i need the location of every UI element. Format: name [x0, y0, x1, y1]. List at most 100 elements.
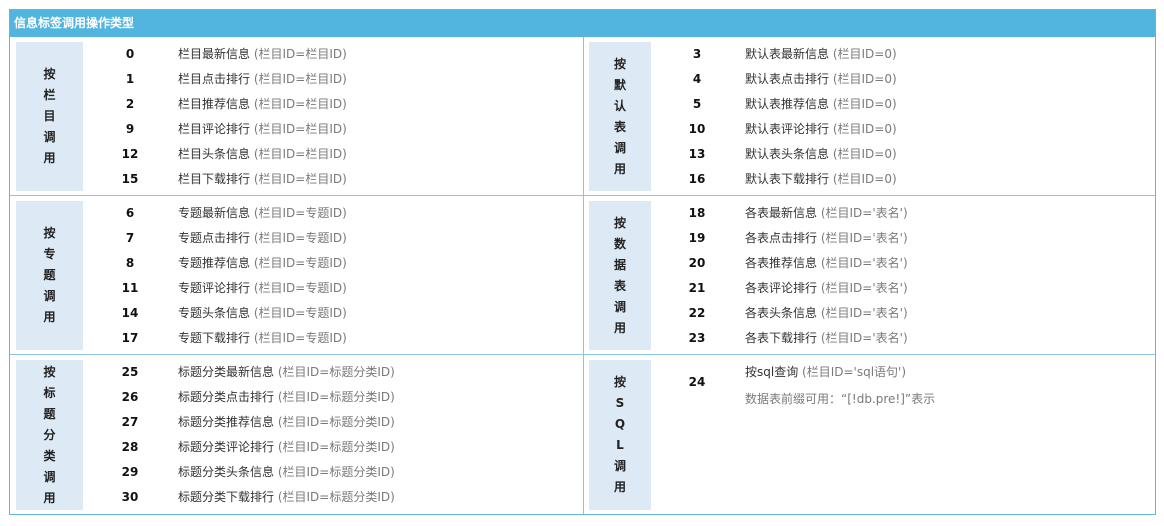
operation-name: 标题分类最新信息 [178, 365, 275, 379]
operation-code: 27 [121, 415, 139, 429]
operation-param-hint: (栏目ID='表名') [817, 281, 908, 295]
operation-param-hint: (栏目ID=0) [829, 72, 897, 86]
section-cell: 按默认表调用 3 默认表最新信息 (栏目ID=0) 4 默认表点击排行 (栏目ID=0)… [584, 37, 1155, 195]
operation-name: 栏目推荐信息 [178, 97, 251, 111]
operation-code: 3 [692, 47, 702, 61]
operation-param-hint: (栏目ID=栏目ID) [250, 72, 347, 86]
operation-code: 21 [688, 281, 706, 295]
operation-param-hint: (栏目ID=栏目ID) [250, 147, 347, 161]
operation-code: 0 [125, 47, 135, 61]
operation-code: 30 [121, 490, 139, 504]
operation-row: 22 各表头条信息 (栏目ID='表名') [584, 301, 1155, 326]
operation-row: 20 各表推荐信息 (栏目ID='表名') [584, 251, 1155, 276]
operation-name: 栏目评论排行 [178, 122, 251, 136]
operation-row: 26 标题分类点击排行 (栏目ID=标题分类ID) [10, 385, 583, 410]
category-char: S [615, 396, 625, 410]
operation-row: 18 各表最新信息 (栏目ID='表名') [584, 201, 1155, 226]
operation-row: 19 各表点击排行 (栏目ID='表名') [584, 226, 1155, 251]
operation-row: 16 默认表下载排行 (栏目ID=0) [584, 167, 1155, 192]
operation-name: 默认表点击排行 [745, 72, 830, 86]
operation-name: 专题头条信息 [178, 306, 251, 320]
operation-code: 1 [125, 72, 135, 86]
operation-param-hint: (栏目ID=专题ID) [250, 331, 347, 345]
operation-row: 10 默认表评论排行 (栏目ID=0) [584, 117, 1155, 142]
operation-row: 13 默认表头条信息 (栏目ID=0) [584, 142, 1155, 167]
operation-code: 7 [125, 231, 135, 245]
operation-param-hint: (栏目ID=0) [829, 172, 897, 186]
operation-row: 15 栏目下载排行 (栏目ID=栏目ID) [10, 167, 583, 192]
operation-code: 28 [121, 440, 139, 454]
operation-param-hint: (栏目ID=栏目ID) [250, 122, 347, 136]
operation-name: 各表点击排行 [745, 231, 818, 245]
operation-code: 29 [121, 465, 139, 479]
operation-description: 默认表头条信息 (栏目ID=0) [745, 142, 897, 167]
operation-code: 18 [688, 206, 706, 220]
operation-row: 5 默认表推荐信息 (栏目ID=0) [584, 92, 1155, 117]
category-char: 调 [613, 459, 626, 473]
operation-description: 默认表点击排行 (栏目ID=0) [745, 67, 897, 92]
operation-name: 按sql查询 [745, 365, 799, 379]
operation-code: 26 [121, 390, 139, 404]
operation-param-hint: (栏目ID=栏目ID) [250, 97, 347, 111]
operation-row: 27 标题分类推荐信息 (栏目ID=标题分类ID) [10, 410, 583, 435]
operation-description: 栏目评论排行 (栏目ID=栏目ID) [178, 117, 347, 142]
operation-name: 专题推荐信息 [178, 256, 251, 270]
operation-code: 22 [688, 306, 706, 320]
operation-param-hint: (栏目ID=0) [829, 147, 897, 161]
operation-row: 4 默认表点击排行 (栏目ID=0) [584, 67, 1155, 92]
prefix-note: 数据表前缀可用：“[!db.pre!]”表示 [745, 392, 936, 406]
operation-param-hint: (栏目ID='表名') [817, 306, 908, 320]
operation-row: 1 栏目点击排行 (栏目ID=栏目ID) [10, 67, 583, 92]
operation-param-hint: (栏目ID='表名') [817, 231, 908, 245]
operation-row: 2 栏目推荐信息 (栏目ID=栏目ID) [10, 92, 583, 117]
operation-param-hint: (栏目ID=标题分类ID) [274, 390, 395, 404]
operation-name: 专题下载排行 [178, 331, 251, 345]
operation-code: 23 [688, 331, 706, 345]
operation-name: 标题分类评论排行 [178, 440, 275, 454]
operation-code: 4 [692, 72, 702, 86]
operation-param-hint: (栏目ID=标题分类ID) [274, 415, 395, 429]
operation-code: 10 [688, 122, 706, 136]
operation-row: 0 栏目最新信息 (栏目ID=栏目ID) [10, 42, 583, 67]
operation-param-hint: (栏目ID=标题分类ID) [274, 490, 395, 504]
operation-description: 标题分类推荐信息 (栏目ID=标题分类ID) [178, 410, 395, 435]
section-cell: 按 S Q L 调用 24 按sql查询 (栏目ID='sql语句') 数据表前缀可用：“[!… [584, 355, 1155, 514]
operation-code: 15 [121, 172, 139, 186]
operation-description: 栏目点击排行 (栏目ID=栏目ID) [178, 67, 347, 92]
operation-description: 各表点击排行 (栏目ID='表名') [745, 226, 908, 251]
operation-description: 标题分类最新信息 (栏目ID=标题分类ID) [178, 360, 395, 385]
operation-code: 19 [688, 231, 706, 245]
operation-row: 9 栏目评论排行 (栏目ID=栏目ID) [10, 117, 583, 142]
operation-code: 20 [688, 256, 706, 270]
operation-description: 默认表最新信息 (栏目ID=0) [745, 42, 897, 67]
section-cell: 按栏目调用 0 栏目最新信息 (栏目ID=栏目ID) 1 栏目点击排行 (栏目ID=栏目… [10, 37, 583, 195]
operation-param-hint: (栏目ID=0) [829, 97, 897, 111]
operation-name: 栏目下载排行 [178, 172, 251, 186]
operation-description: 各表头条信息 (栏目ID='表名') [745, 301, 908, 326]
operation-description: 各表评论排行 (栏目ID='表名') [745, 276, 908, 301]
operation-row: 28 标题分类评论排行 (栏目ID=标题分类ID) [10, 435, 583, 460]
operation-name: 默认表下载排行 [745, 172, 830, 186]
operation-name: 各表下载排行 [745, 331, 818, 345]
operation-param-hint: (栏目ID=专题ID) [250, 256, 347, 270]
operation-param-hint: (栏目ID=专题ID) [250, 206, 347, 220]
operation-description: 默认表评论排行 (栏目ID=0) [745, 117, 897, 142]
operation-name: 各表最新信息 [745, 206, 818, 220]
operation-param-hint: (栏目ID='表名') [817, 206, 908, 220]
operation-description: 各表下载排行 (栏目ID='表名') [745, 326, 908, 351]
operation-code: 25 [121, 365, 139, 379]
operation-param-hint: (栏目ID=栏目ID) [250, 47, 347, 61]
operation-param-hint: (栏目ID=专题ID) [250, 306, 347, 320]
operation-row: 24 按sql查询 (栏目ID='sql语句') [584, 360, 1155, 389]
operation-name: 栏目最新信息 [178, 47, 251, 61]
operation-name: 各表评论排行 [745, 281, 818, 295]
operation-row: 8 专题推荐信息 (栏目ID=专题ID) [10, 251, 583, 276]
operation-description: 专题最新信息 (栏目ID=专题ID) [178, 201, 347, 226]
operation-name: 栏目头条信息 [178, 147, 251, 161]
operation-code: 16 [688, 172, 706, 186]
operation-description: 标题分类点击排行 (栏目ID=标题分类ID) [178, 385, 395, 410]
operation-description: 专题评论排行 (栏目ID=专题ID) [178, 276, 347, 301]
operation-description: 标题分类评论排行 (栏目ID=标题分类ID) [178, 435, 395, 460]
operation-row: 21 各表评论排行 (栏目ID='表名') [584, 276, 1155, 301]
operation-param-hint: (栏目ID=专题ID) [250, 281, 347, 295]
